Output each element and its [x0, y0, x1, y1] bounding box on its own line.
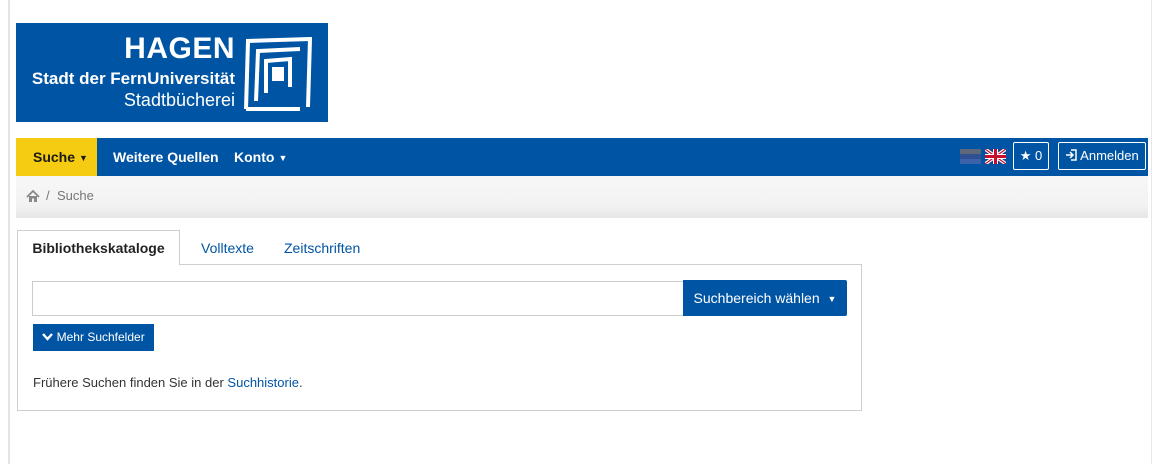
nav-account-menu[interactable]: Konto ▼ — [234, 138, 287, 176]
uk-flag-icon[interactable] — [985, 149, 1006, 164]
caret-down-icon: ▼ — [79, 153, 88, 163]
breadcrumb — [16, 176, 1148, 218]
history-suffix: . — [298, 375, 303, 390]
history-text: Frühere Suchen finden Sie in der — [33, 375, 224, 390]
logo-subtitle: Stadt der FernUniversität — [31, 69, 235, 88]
nav-search-menu[interactable]: Suche ▼ — [16, 138, 97, 176]
search-history-link[interactable]: Suchhistorie — [227, 375, 299, 390]
page-right-border — [1151, 0, 1152, 464]
chevron-down-icon — [42, 333, 54, 341]
login-label: Anmelden — [1080, 148, 1139, 163]
page-left-border — [8, 0, 10, 464]
tab-journals[interactable]: Zeitschriften — [284, 240, 360, 256]
tab-fulltexts[interactable]: Volltexte — [201, 240, 254, 256]
breadcrumb-separator: / — [46, 188, 50, 203]
nav-account-label: Konto — [234, 149, 275, 165]
library-logo[interactable]: HAGEN Stadt der FernUniversität Stadtbüc… — [16, 23, 328, 122]
more-search-fields-button[interactable]: Mehr Suchfelder — [33, 324, 154, 351]
caret-down-icon: ▼ — [278, 153, 288, 163]
search-scope-label: Suchbereich wählen — [693, 290, 820, 306]
logo-title: HAGEN — [124, 32, 235, 65]
nav-more-sources-label: Weitere Quellen — [113, 149, 219, 165]
login-button[interactable]: Anmelden — [1058, 142, 1146, 170]
logo-emblem-icon — [244, 37, 313, 111]
more-search-fields-label: Mehr Suchfelder — [56, 330, 145, 344]
favorites-button[interactable]: ★ 0 — [1013, 142, 1049, 170]
nav-search-label: Suche — [33, 149, 76, 165]
logo-library-name: Stadtbücherei — [123, 90, 235, 110]
breadcrumb-current: Suche — [57, 188, 94, 203]
nav-more-sources[interactable]: Weitere Quellen — [113, 138, 219, 176]
search-scope-dropdown[interactable]: Suchbereich wählen ▼ — [683, 280, 847, 316]
caret-down-icon: ▼ — [827, 294, 837, 304]
tab-library-catalogs[interactable]: Bibliothekskataloge — [17, 230, 180, 265]
sign-in-icon — [1066, 149, 1078, 161]
de-flag-icon[interactable] — [960, 149, 981, 164]
search-history-note: Frühere Suchen finden Sie in der Suchhis… — [33, 375, 303, 390]
search-input[interactable] — [32, 281, 683, 316]
favorites-count: 0 — [1035, 148, 1043, 163]
home-icon[interactable] — [26, 190, 40, 203]
star-icon: ★ — [1019, 148, 1032, 163]
